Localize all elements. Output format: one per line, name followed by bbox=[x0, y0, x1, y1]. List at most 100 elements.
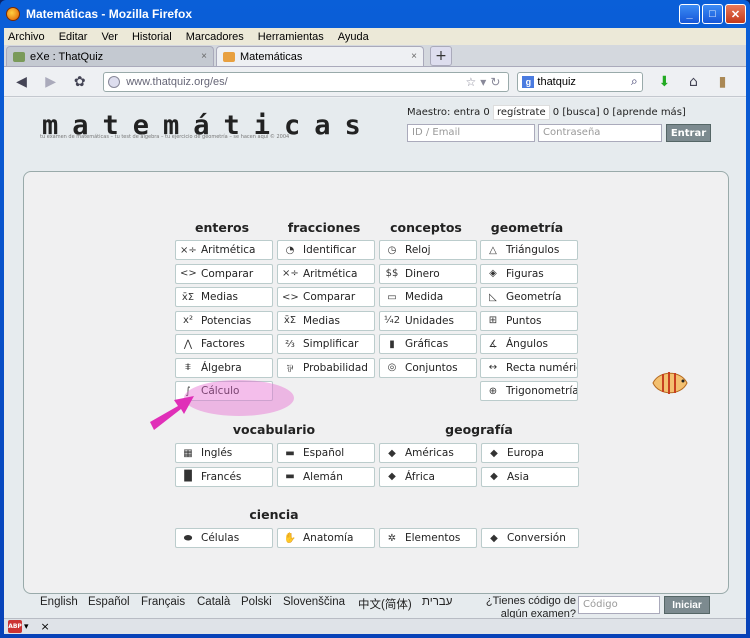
conceptos-dinero-button[interactable]: $$ Dinero bbox=[379, 263, 477, 284]
lang-hebrew[interactable]: עברית bbox=[422, 596, 452, 608]
close-tab-icon[interactable]: × bbox=[201, 51, 207, 62]
lang-francais[interactable]: Français bbox=[141, 596, 185, 608]
lang-slovenscina[interactable]: Slovenščina bbox=[283, 596, 345, 608]
conceptos-unidades-button[interactable]: ¼2 Unidades bbox=[379, 310, 477, 331]
password-field[interactable]: Contraseña bbox=[538, 124, 662, 142]
tab-exe-thatquiz[interactable]: eXe : ThatQuiz × bbox=[6, 46, 214, 66]
code-field[interactable]: Código bbox=[578, 596, 660, 614]
maximize-button[interactable]: □ bbox=[702, 4, 723, 24]
simplificar-icon: ⅔ bbox=[285, 338, 295, 350]
menu-historial[interactable]: Historial bbox=[132, 31, 172, 43]
close-addon-bar-icon[interactable]: × bbox=[41, 620, 50, 633]
recta-numerica-icon: ↔ bbox=[488, 362, 498, 373]
forward-arrow-icon[interactable]: ▶ bbox=[39, 71, 62, 93]
conceptos-graficas-button[interactable]: ▮ Gráficas bbox=[379, 334, 477, 354]
geografia-americas-button[interactable]: ◆ Américas bbox=[379, 443, 477, 463]
tab-matematicas[interactable]: Matemáticas × bbox=[216, 46, 424, 66]
conceptos-medida-button[interactable]: ▭ Medida bbox=[379, 287, 477, 307]
geometria-trigonometria-button[interactable]: ⊕ Trigonometría bbox=[480, 381, 578, 401]
lang-catala[interactable]: Català bbox=[197, 596, 230, 608]
geografia-africa-button[interactable]: ◆ África bbox=[379, 466, 477, 487]
back-arrow-icon[interactable]: ◀ bbox=[10, 71, 33, 93]
ciencia-elementos-button[interactable]: ✲ Elementos bbox=[379, 528, 477, 548]
enteros-algebra-button[interactable]: ⩨ Álgebra bbox=[175, 357, 273, 378]
menu-archivo[interactable]: Archivo bbox=[8, 31, 45, 43]
maestro-prefix[interactable]: Maestro: entra 0 bbox=[407, 107, 490, 118]
lang-chinese[interactable]: 中文(简体) bbox=[358, 596, 412, 612]
menu-herramientas[interactable]: Herramientas bbox=[258, 31, 324, 43]
new-tab-button[interactable]: + bbox=[430, 46, 452, 66]
menu-marcadores[interactable]: Marcadores bbox=[186, 31, 244, 43]
history-icon[interactable]: ✿ bbox=[68, 71, 91, 93]
geometria-figuras-button[interactable]: ◈ Figuras bbox=[480, 263, 578, 284]
email-field[interactable]: ID / Email bbox=[407, 124, 535, 142]
fracciones-simplificar-button[interactable]: ⅔ Simplificar bbox=[277, 334, 375, 354]
asia-icon: ◆ bbox=[490, 471, 498, 482]
button-label: Medias bbox=[303, 314, 341, 327]
fracciones-identificar-button[interactable]: ◔ Identificar bbox=[277, 240, 375, 260]
algebra-icon: ⩨ bbox=[185, 362, 191, 373]
fracciones-aritmetica-button[interactable]: ×÷ Aritmética bbox=[277, 263, 375, 284]
fracciones-comparar-button[interactable]: <> Comparar bbox=[277, 287, 375, 307]
fracciones-medias-button[interactable]: x̄Σ Medias bbox=[277, 310, 375, 331]
geometria-recta-numerica-button[interactable]: ↔ Recta numérica bbox=[480, 357, 578, 378]
vocabulario-aleman-button[interactable]: ▬ Alemán bbox=[277, 466, 375, 487]
geometria-triangulos-button[interactable]: △ Triángulos bbox=[480, 240, 578, 260]
enteros-comparar-button[interactable]: <> Comparar bbox=[175, 263, 273, 284]
enteros-potencias-button[interactable]: x² Potencias bbox=[175, 310, 273, 331]
url-bar[interactable]: www.thatquiz.org/es/ ☆▾↻ bbox=[103, 71, 510, 92]
google-icon: g bbox=[522, 75, 535, 88]
dinero-icon: $$ bbox=[385, 268, 399, 279]
iniciar-button[interactable]: Iniciar bbox=[664, 596, 710, 614]
ciencia-anatomia-button[interactable]: ✋ Anatomía bbox=[277, 528, 375, 548]
enteros-medias-button[interactable]: x̄Σ Medias bbox=[175, 287, 273, 307]
menu-ayuda[interactable]: Ayuda bbox=[338, 31, 369, 43]
geometria-angulos-button[interactable]: ∡ Ángulos bbox=[480, 334, 578, 354]
button-label: Anatomía bbox=[303, 532, 354, 544]
fracciones-probabilidad-button[interactable]: ⅌ Probabilidad bbox=[277, 357, 375, 378]
menu-ver[interactable]: Ver bbox=[101, 31, 118, 43]
footer: English Español Français Català Polski S… bbox=[4, 592, 746, 620]
ciencia-conversion-button[interactable]: ◆ Conversión bbox=[481, 528, 579, 548]
button-label: África bbox=[405, 470, 435, 483]
ciencia-celulas-button[interactable]: ⬬ Células bbox=[175, 528, 273, 548]
download-arrow-icon[interactable]: ⬇ bbox=[653, 71, 676, 93]
vocabulario-frances-button[interactable]: ▐▌ Francés bbox=[175, 466, 273, 487]
maestro-suffix[interactable]: 0 [busca] 0 [aprende más] bbox=[553, 107, 686, 118]
geografia-europa-button[interactable]: ◆ Europa bbox=[481, 443, 579, 463]
geometria-geometria-button[interactable]: ◺ Geometría bbox=[480, 287, 578, 307]
button-label: Alemán bbox=[303, 470, 343, 483]
adblock-icon[interactable]: ABP bbox=[8, 620, 22, 633]
close-window-button[interactable]: ✕ bbox=[725, 4, 746, 24]
lang-polski[interactable]: Polski bbox=[241, 596, 272, 608]
americas-icon: ◆ bbox=[388, 447, 396, 459]
close-tab-icon[interactable]: × bbox=[411, 51, 417, 62]
espanol-icon: ▬ bbox=[285, 447, 295, 459]
geometria-puntos-button[interactable]: ⊞ Puntos bbox=[480, 310, 578, 331]
button-label: Medias bbox=[201, 291, 239, 303]
home-icon[interactable]: ⌂ bbox=[682, 71, 705, 93]
comparar-icon: <> bbox=[282, 291, 299, 303]
lang-espanol[interactable]: Español bbox=[88, 596, 130, 608]
enteros-factores-button[interactable]: ⋀ Factores bbox=[175, 334, 273, 354]
conceptos-conjuntos-button[interactable]: ◎ Conjuntos bbox=[379, 357, 477, 378]
search-icon[interactable]: ⌕ bbox=[631, 74, 638, 89]
bookmark-star-icon[interactable]: ☆▾↻ bbox=[466, 75, 505, 89]
vocabulario-espanol-button[interactable]: ▬ Español bbox=[277, 443, 375, 463]
geografia-asia-button[interactable]: ◆ Asia bbox=[481, 466, 579, 487]
vocabulario-ingles-button[interactable]: ▦ Inglés bbox=[175, 443, 273, 463]
teacher-links: Maestro: entra 0 regístrate 0 [busca] 0 … bbox=[407, 105, 686, 120]
reloj-icon: ◷ bbox=[387, 244, 397, 256]
search-bar[interactable]: g thatquiz ⌕ bbox=[517, 71, 643, 92]
menu-editar[interactable]: Editar bbox=[59, 31, 88, 43]
enteros-aritmetica-button[interactable]: ×÷ Aritmética bbox=[175, 240, 273, 260]
conceptos-reloj-button[interactable]: ◷ Reloj bbox=[379, 240, 477, 260]
trigonometria-icon: ⊕ bbox=[488, 385, 498, 397]
minimize-button[interactable]: _ bbox=[679, 4, 700, 24]
entrar-button[interactable]: Entrar bbox=[666, 124, 711, 142]
addon-icon[interactable]: ▮ bbox=[711, 71, 734, 93]
button-label: Conjuntos bbox=[405, 361, 458, 374]
title-bar: Matemáticas - Mozilla Firefox _ □ ✕ bbox=[0, 0, 750, 28]
lang-english[interactable]: English bbox=[40, 596, 78, 608]
registrate-link[interactable]: regístrate bbox=[492, 105, 550, 120]
